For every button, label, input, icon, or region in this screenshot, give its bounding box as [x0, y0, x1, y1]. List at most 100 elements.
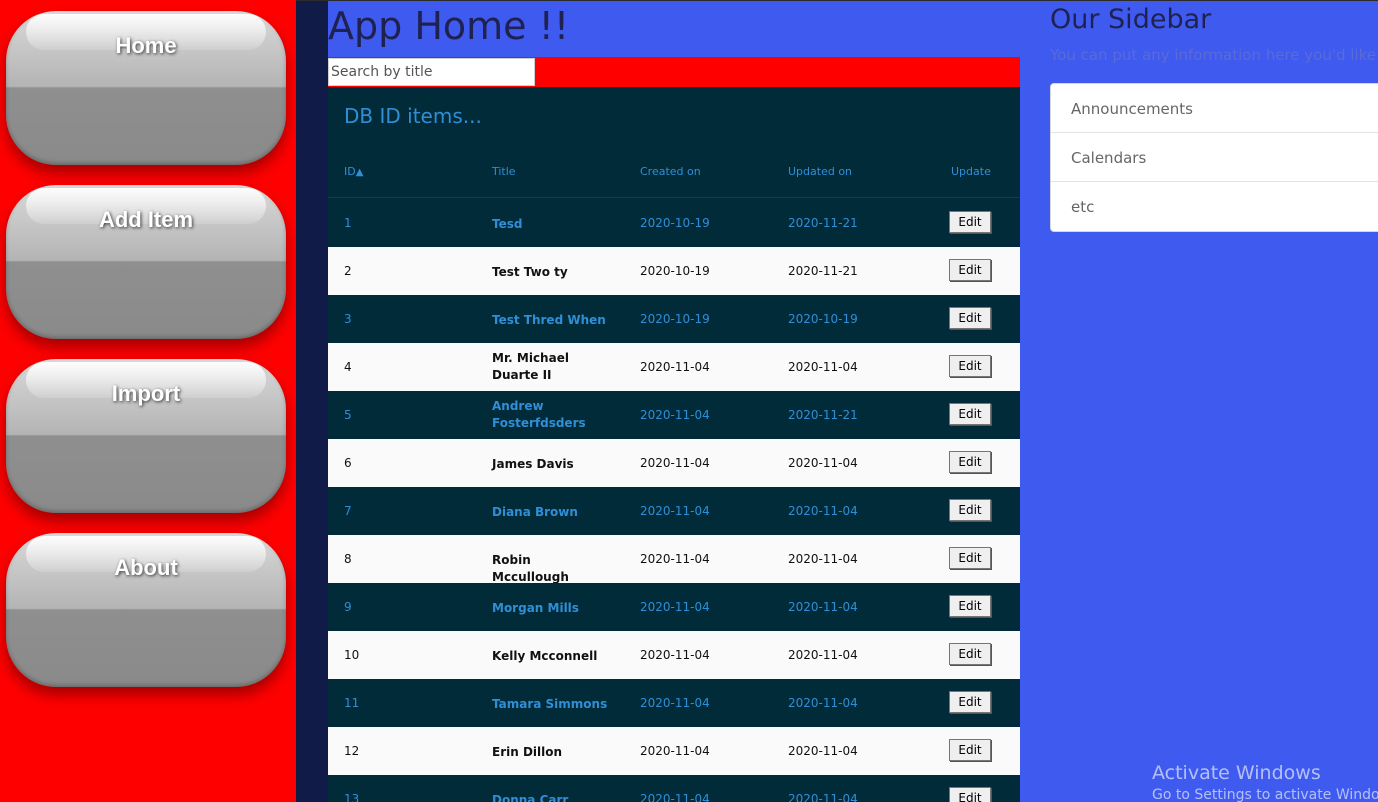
- sort-asc-icon: ▲: [355, 167, 364, 178]
- edit-button[interactable]: Edit: [949, 787, 991, 802]
- table-row: 3 Test Thred When 2020-10-19 2020-10-19 Edit: [328, 295, 1020, 343]
- nav-home-button[interactable]: Home: [6, 11, 286, 165]
- column-header-created[interactable]: Created on: [640, 165, 701, 178]
- cell-created: 2020-11-04: [640, 552, 710, 566]
- table-row: 4 Mr. Michael Duarte II 2020-11-04 2020-11-…: [328, 343, 1020, 391]
- cell-title: Tesd: [492, 217, 523, 231]
- cell-id: 4: [344, 360, 352, 374]
- cell-created: 2020-11-04: [640, 744, 710, 758]
- cell-updated: 2020-11-04: [788, 504, 858, 518]
- cell-created: 2020-11-04: [640, 360, 710, 374]
- cell-created: 2020-10-19: [640, 264, 710, 278]
- cell-updated: 2020-11-04: [788, 600, 858, 614]
- cell-created: 2020-11-04: [640, 696, 710, 710]
- cell-created: 2020-10-19: [640, 216, 710, 230]
- cell-id: 5: [344, 408, 352, 422]
- cell-id: 8: [344, 552, 352, 566]
- sidebar-list: Announcements Calendars etc: [1050, 83, 1378, 232]
- cell-updated: 2020-11-21: [788, 408, 858, 422]
- activation-watermark-subtitle: Go to Settings to activate Windows.: [1152, 787, 1378, 802]
- edit-button[interactable]: Edit: [949, 547, 991, 569]
- table-row: 6 James Davis 2020-11-04 2020-11-04 Edit: [328, 439, 1020, 487]
- sidebar-item-announcements[interactable]: Announcements: [1051, 84, 1378, 133]
- cell-updated: 2020-10-19: [788, 312, 858, 326]
- search-bar: [328, 57, 1020, 87]
- search-input[interactable]: [328, 58, 535, 86]
- edit-button[interactable]: Edit: [949, 595, 991, 617]
- cell-id: 11: [344, 696, 360, 710]
- cell-id: 6: [344, 456, 352, 470]
- column-header-title[interactable]: Title: [492, 165, 516, 178]
- column-header-id[interactable]: ID▲: [344, 165, 363, 178]
- nav-add-item-button[interactable]: Add Item: [6, 185, 286, 339]
- nav-about-button[interactable]: About: [6, 533, 286, 687]
- sidebar-item-calendars[interactable]: Calendars: [1051, 133, 1378, 182]
- cell-id: 1: [344, 216, 352, 230]
- sidebar-title: Our Sidebar: [1050, 4, 1212, 35]
- table-row: 11 Tamara Simmons 2020-11-04 2020-11-04 Edit: [328, 679, 1020, 727]
- cell-created: 2020-10-19: [640, 312, 710, 326]
- cell-id: 9: [344, 600, 352, 614]
- column-header-id-label: ID: [344, 165, 356, 178]
- cell-id: 13: [344, 792, 360, 802]
- cell-title: Test Two ty: [492, 265, 568, 279]
- edit-button[interactable]: Edit: [949, 355, 991, 377]
- table-row: 1 Tesd 2020-10-19 2020-11-21 Edit: [328, 199, 1020, 247]
- cell-updated: 2020-11-04: [788, 792, 858, 802]
- nav-home-label: Home: [115, 33, 177, 58]
- edit-button[interactable]: Edit: [949, 691, 991, 713]
- cell-title: Kelly Mcconnell: [492, 649, 598, 663]
- table-row: 10 Kelly Mcconnell 2020-11-04 2020-11-04 Edi…: [328, 631, 1020, 679]
- edit-button[interactable]: Edit: [949, 499, 991, 521]
- nav-import-label: Import: [111, 381, 181, 406]
- table-row: 8 Robin Mccullough 2020-11-04 2020-11-04 Edi…: [328, 535, 1020, 584]
- sidebar-item-etc[interactable]: etc: [1051, 182, 1378, 231]
- cell-updated: 2020-11-04: [788, 360, 858, 374]
- cell-id: 2: [344, 264, 352, 278]
- table-row: 13 Donna Carr 2020-11-04 2020-11-04 Edit: [328, 775, 1020, 802]
- cell-title: Test Thred When: [492, 313, 606, 327]
- cell-title: Tamara Simmons: [492, 697, 608, 711]
- edit-button[interactable]: Edit: [949, 211, 991, 233]
- divider-strip: [296, 0, 328, 802]
- cell-updated: 2020-11-04: [788, 552, 858, 566]
- sidebar-description: You can put any information here you'd l…: [1050, 46, 1378, 64]
- cell-created: 2020-11-04: [640, 456, 710, 470]
- table-caption: DB ID items...: [344, 104, 482, 128]
- table-body: 1 Tesd 2020-10-19 2020-11-21 Edit 2 Test Two t…: [328, 199, 1020, 802]
- cell-created: 2020-11-04: [640, 792, 710, 802]
- cell-id: 7: [344, 504, 352, 518]
- cell-title: Diana Brown: [492, 505, 578, 519]
- edit-button[interactable]: Edit: [949, 643, 991, 665]
- cell-updated: 2020-11-04: [788, 744, 858, 758]
- nav-add-item-label: Add Item: [98, 207, 194, 232]
- table-row: 9 Morgan Mills 2020-11-04 2020-11-04 Edit: [328, 583, 1020, 631]
- edit-button[interactable]: Edit: [949, 307, 991, 329]
- cell-id: 10: [344, 648, 360, 662]
- table-header: ID▲ Title Created on Updated on Update: [328, 150, 1020, 198]
- cell-created: 2020-11-04: [640, 504, 710, 518]
- edit-button[interactable]: Edit: [949, 259, 991, 281]
- edit-button[interactable]: Edit: [949, 451, 991, 473]
- cell-title: Andrew Fosterfdsders: [492, 399, 586, 430]
- column-header-updated[interactable]: Updated on: [788, 165, 852, 178]
- cell-updated: 2020-11-04: [788, 456, 858, 470]
- cell-title: Robin Mccullough: [492, 553, 569, 584]
- cell-updated: 2020-11-04: [788, 696, 858, 710]
- table-row: 12 Erin Dillon 2020-11-04 2020-11-04 Edit: [328, 727, 1020, 775]
- column-header-update: Update: [951, 165, 991, 178]
- nav-about-label: About: [114, 555, 178, 580]
- cell-created: 2020-11-04: [640, 600, 710, 614]
- edit-button[interactable]: Edit: [949, 739, 991, 761]
- left-nav: Home Add Item Import About: [0, 0, 296, 802]
- cell-updated: 2020-11-21: [788, 264, 858, 278]
- edit-button[interactable]: Edit: [949, 403, 991, 425]
- cell-created: 2020-11-04: [640, 648, 710, 662]
- cell-title: Donna Carr: [492, 793, 569, 802]
- cell-updated: 2020-11-21: [788, 216, 858, 230]
- table-row: 7 Diana Brown 2020-11-04 2020-11-04 Edit: [328, 487, 1020, 535]
- nav-import-button[interactable]: Import: [6, 359, 286, 513]
- cell-updated: 2020-11-04: [788, 648, 858, 662]
- cell-title: Erin Dillon: [492, 745, 563, 759]
- items-table: DB ID items... ID▲ Title Created on Upda…: [328, 87, 1020, 802]
